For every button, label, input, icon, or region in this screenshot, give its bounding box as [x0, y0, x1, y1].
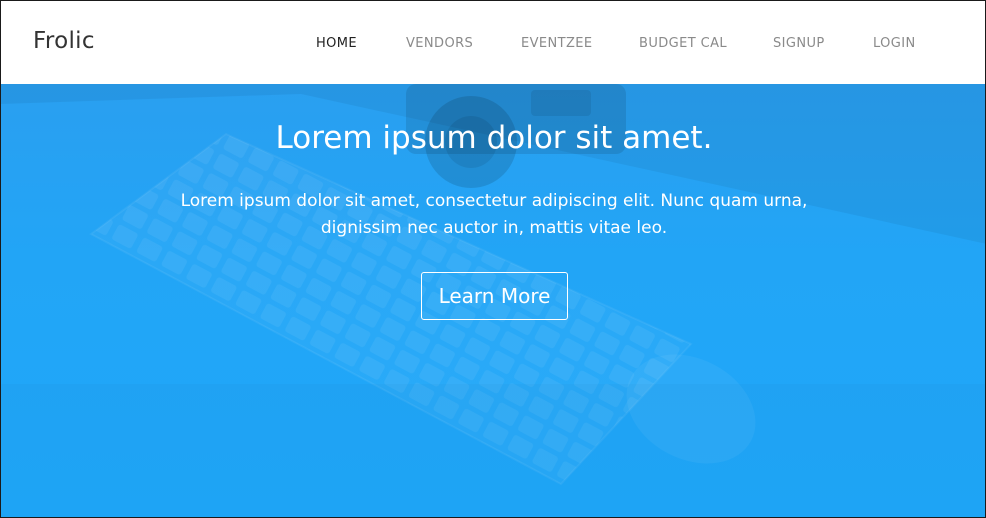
- nav-item-login[interactable]: LOGIN: [873, 36, 916, 51]
- learn-more-button[interactable]: Learn More: [421, 272, 568, 320]
- nav-item-budget-cal[interactable]: BUDGET CAL: [639, 36, 727, 51]
- nav-item-home[interactable]: HOME: [316, 36, 357, 51]
- nav-item-signup[interactable]: SIGNUP: [773, 36, 825, 51]
- nav-item-vendors[interactable]: VENDORS: [406, 36, 473, 51]
- hero-section: Lorem ipsum dolor sit amet. Lorem ipsum …: [0, 84, 986, 518]
- nav-item-eventzee[interactable]: EVENTZEE: [521, 36, 593, 51]
- brand-logo[interactable]: Frolic: [33, 28, 95, 54]
- navbar: Frolic HOME VENDORS EVENTZEE BUDGET CAL …: [0, 0, 986, 84]
- hero-title: Lorem ipsum dolor sit amet.: [275, 120, 713, 156]
- hero-description: Lorem ipsum dolor sit amet, consectetur …: [180, 191, 808, 238]
